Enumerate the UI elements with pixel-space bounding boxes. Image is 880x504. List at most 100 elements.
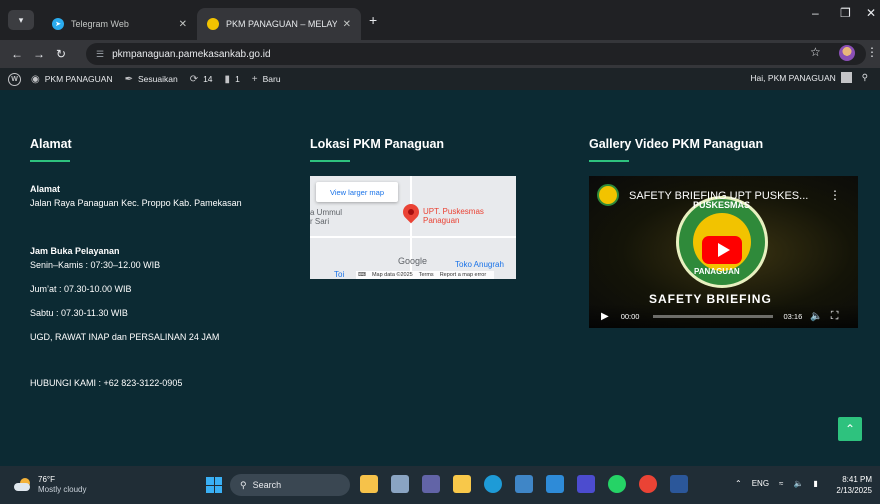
wifi-icon[interactable]: ≈ [779,479,783,488]
map-road [310,236,516,238]
avatar [840,72,852,83]
address-text: Jalan Raya Panaguan Kec. Proppo Kab. Pam… [30,198,242,208]
hours-friday: Jum’at : 07.30-10.00 WIB [30,284,132,294]
comment-icon: ▮ [224,73,231,85]
new-label: Baru [262,74,281,84]
wp-comments[interactable]: ▮ 1 [225,74,240,85]
browser-tab-bar: ▾ ➤ Telegram Web ✕ PKM PANAGUAN – MELAYA… [0,0,880,40]
badge-bottom-text: PANAGUAN [694,267,740,276]
map-place-label[interactable]: UPT. Puskesmas Panaguan [423,207,503,225]
video-heading: Gallery Video PKM Panaguan [589,137,764,151]
back-icon[interactable]: ← [6,47,28,61]
dashboard-icon: ◉ [31,73,40,85]
terms-link[interactable]: Terms [419,272,434,278]
video-controls: ▶ 00:00 03:16 🔈 ⛶ [589,304,858,328]
keyboard-shortcuts-icon[interactable]: ⌨ [358,272,366,278]
clock-date: 2/13/2025 [836,486,872,495]
play-icon[interactable]: ▶ [601,311,609,322]
weather-condition: Mostly cloudy [38,485,87,494]
taskbar-clock[interactable]: 8:41 PM 2/13/2025 [836,474,872,496]
task-view-icon[interactable] [391,475,409,493]
report-error-link[interactable]: Report a map error [440,272,486,278]
reload-icon[interactable]: ↻ [50,47,72,61]
new-tab-button[interactable]: + [369,12,377,28]
video-progress-bar[interactable] [653,314,774,318]
search-icon[interactable]: ⚲ [862,72,868,83]
google-logo: Google [398,256,428,266]
profile-avatar[interactable] [839,45,855,61]
wp-customize[interactable]: ✒ Sesuaikan [125,74,178,85]
forward-icon[interactable]: → [28,47,50,61]
telegram-icon: ➤ [52,18,64,30]
channel-avatar[interactable] [597,184,619,206]
tab-search-button[interactable]: ▾ [8,10,34,30]
view-larger-map-link[interactable]: View larger map [316,182,398,202]
wp-site-name[interactable]: ◉ PKM PANAGUAN [31,74,113,85]
battery-icon[interactable]: ▮ [813,479,817,488]
browser-menu-icon[interactable]: ⋮ [866,45,878,59]
contact-phone: HUBUNGI KAMI : +62 823-3122-0905 [30,378,183,388]
weather-widget[interactable]: 76°F Mostly cloudy [14,475,86,495]
hours-title: Jam Buka Pelayanan [30,246,120,256]
tab-pkm-panaguan[interactable]: PKM PANAGUAN – MELAYANI D ✕ [197,8,361,40]
wordpress-logo-icon[interactable]: W [8,72,21,86]
updates-count: 14 [203,74,213,84]
app-icon[interactable] [577,475,595,493]
close-tab-icon[interactable]: ✕ [179,19,187,30]
chrome-icon[interactable] [639,475,657,493]
wp-account[interactable]: Hai, PKM PANAGUAN ⚲ [750,72,868,83]
edge-icon[interactable] [484,475,502,493]
taskbar-search[interactable]: ⚲ Search [230,474,350,496]
language-indicator[interactable]: ENG [752,479,769,488]
windows-start-icon[interactable] [206,477,222,493]
file-explorer-icon[interactable] [453,475,471,493]
close-tab-icon[interactable]: ✕ [343,19,351,30]
pkm-logo-icon [207,18,219,30]
restore-icon[interactable]: ❐ [840,6,851,20]
map-poi-label[interactable]: Toko Anugrah [455,260,504,269]
url-field[interactable]: ☰ pkmpanaguan.pamekasankab.go.id [86,43,866,65]
map-poi-label: Toi [334,270,345,279]
youtube-play-button[interactable] [702,236,742,264]
wp-updates[interactable]: ⟳ 14 [190,74,213,85]
copilot-icon[interactable] [546,475,564,493]
search-label: Search [252,480,282,490]
volume-icon[interactable]: 🔈 [810,311,822,322]
tab-title: Telegram Web [71,19,129,29]
address-title: Alamat [30,184,61,194]
close-window-icon[interactable]: ✕ [866,6,876,20]
heading-underline [30,160,70,162]
map-attribution: ⌨ Map data ©2025 Terms Report a map erro… [356,271,495,279]
youtube-video-player[interactable]: PUSKESMAS PANAGUAN SAFETY BRIEFING UPT P… [589,176,858,328]
fullscreen-icon[interactable]: ⛶ [831,310,839,323]
widgets-icon[interactable] [360,475,378,493]
map-area-label: a Ummul r Sari [310,208,343,226]
map-pin-icon[interactable] [399,200,423,224]
teams-icon[interactable] [422,475,440,493]
back-to-top-button[interactable]: ⌃ [838,417,862,441]
site-info-icon[interactable]: ☰ [96,49,104,60]
word-icon[interactable] [670,475,688,493]
system-tray: ⌃ ENG ≈ 🔈 ▮ [735,479,828,488]
partly-cloudy-icon [14,478,32,492]
wp-admin-bar: W ◉ PKM PANAGUAN ✒ Sesuaikan ⟳ 14 ▮ 1 + … [0,68,880,90]
speaker-icon[interactable]: 🔈 [793,479,803,488]
google-map[interactable]: View larger map UPT. Puskesmas Panaguan … [310,176,516,279]
greeting-label: Hai, PKM PANAGUAN [750,72,836,83]
location-column: Lokasi PKM Panaguan [310,137,444,162]
tab-telegram[interactable]: ➤ Telegram Web ✕ [42,8,197,40]
brush-icon: ✒ [124,73,133,85]
temperature: 76°F [38,475,55,484]
video-column: Gallery Video PKM Panaguan [589,137,763,162]
bookmark-star-icon[interactable]: ☆ [810,45,821,59]
heading-underline [310,160,350,162]
video-title[interactable]: SAFETY BRIEFING UPT PUSKES... [629,190,808,202]
store-icon[interactable] [515,475,533,493]
minimize-icon[interactable]: – [812,6,819,20]
wp-new[interactable]: + Baru [252,74,281,85]
location-heading: Lokasi PKM Panaguan [310,137,445,151]
whatsapp-icon[interactable] [608,475,626,493]
video-more-icon[interactable]: ⋮ [829,188,841,202]
windows-taskbar: 76°F Mostly cloudy ⚲ Search ⌃ ENG ≈ 🔈 ▮ … [0,466,880,504]
chevron-up-icon[interactable]: ⌃ [735,479,742,488]
